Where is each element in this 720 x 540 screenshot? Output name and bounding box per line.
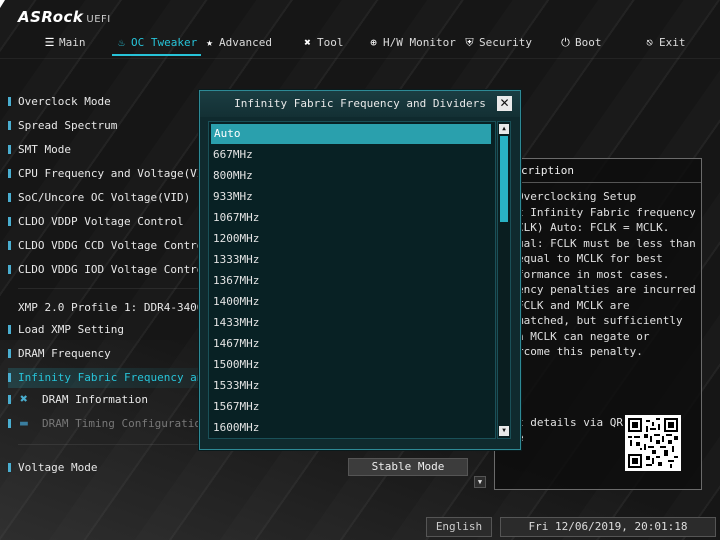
bullet [8, 373, 11, 382]
setting-cldo-vddp[interactable]: CLDO VDDP Voltage Control [8, 212, 184, 232]
setting-smt-mode[interactable]: SMT Mode [8, 140, 71, 160]
tab-tool[interactable]: ✖ Tool [302, 34, 343, 56]
divider [18, 444, 198, 445]
option-item[interactable]: 1600MHz [209, 417, 495, 438]
bullet [8, 395, 11, 404]
close-icon[interactable]: ✕ [497, 96, 512, 111]
option-item[interactable]: 800MHz [209, 165, 495, 186]
mouse-cursor-icon [0, 0, 5, 8]
bullet [8, 193, 11, 202]
scroll-thumb[interactable] [500, 136, 508, 222]
option-scrollbar[interactable]: ▲ ▼ [497, 121, 511, 439]
option-item[interactable]: 1533MHz [209, 375, 495, 396]
bullet [8, 265, 11, 274]
setting-overclock-mode[interactable]: Overclock Mode [8, 92, 111, 112]
bullet [8, 463, 11, 472]
tab-main[interactable]: ☰ Main [44, 34, 86, 56]
setting-cldo-vddg-ccd[interactable]: CLDO VDDG CCD Voltage Control [8, 236, 210, 256]
bullet [8, 241, 11, 250]
flame-icon: ♨ [118, 36, 125, 49]
bullet [8, 97, 11, 106]
option-item[interactable]: 933MHz [209, 186, 495, 207]
option-item[interactable]: 667MHz [209, 144, 495, 165]
nav-divider [0, 58, 720, 59]
setting-voltage-mode[interactable]: Voltage Mode [8, 458, 97, 478]
setting-cldo-vddg-iod[interactable]: CLDO VDDG IOD Voltage Control [8, 260, 210, 280]
bullet [8, 349, 11, 358]
tab-exit[interactable]: ⎋ Exit [644, 34, 685, 56]
power-icon: ⏻ [561, 36, 570, 49]
bullet [8, 121, 11, 130]
option-item[interactable]: 1567MHz [209, 396, 495, 417]
list-icon: ☰ [44, 36, 55, 49]
tab-advanced[interactable]: ★ Advanced [204, 34, 272, 56]
tools-icon: ✖ [304, 36, 311, 49]
tab-hw-monitor[interactable]: ⊕ H/W Monitor [368, 34, 456, 56]
option-item[interactable]: 1200MHz [209, 228, 495, 249]
option-item[interactable]: 1067MHz [209, 207, 495, 228]
divider [18, 288, 198, 289]
option-list: Auto 667MHz 800MHz 933MHz 1067MHz 1200MHz 1333… [208, 121, 496, 439]
submenu-dram-information[interactable]: ✖ DRAM Information [8, 390, 148, 410]
qr-code [625, 415, 681, 471]
description-panel: cription Overclocking Setup t Infinity F… [494, 158, 702, 490]
bullet [8, 217, 11, 226]
setting-load-xmp[interactable]: Load XMP Setting [8, 320, 124, 340]
setting-soc-uncore-voltage[interactable]: SoC/Uncore OC Voltage(VID) [8, 188, 190, 208]
tab-boot[interactable]: ⏻ Boot [560, 34, 601, 56]
option-item[interactable]: 1500MHz [209, 354, 495, 375]
language-button[interactable]: English [426, 517, 492, 537]
star-icon: ★ [206, 36, 213, 49]
description-header: cription [495, 159, 701, 183]
option-item[interactable]: 1433MHz [209, 312, 495, 333]
tab-oc-tweaker[interactable]: ♨ OC Tweaker [111, 34, 202, 56]
scroll-down-icon[interactable]: ▼ [499, 426, 509, 436]
tools-icon: ✖ [20, 392, 28, 407]
shield-icon: ⛨ [465, 36, 474, 49]
option-item[interactable]: 1367MHz [209, 270, 495, 291]
voltage-mode-value[interactable]: Stable Mode [348, 458, 468, 476]
bullet [8, 419, 11, 428]
bullet [8, 325, 11, 334]
setting-spread-spectrum[interactable]: Spread Spectrum [8, 116, 117, 136]
option-item[interactable]: 1400MHz [209, 291, 495, 312]
setting-dram-frequency[interactable]: DRAM Frequency [8, 344, 111, 364]
setting-infinity-fabric[interactable]: Infinity Fabric Frequency and Di [8, 368, 204, 388]
scroll-up-icon[interactable]: ▲ [499, 124, 509, 134]
list-scroll-down-icon[interactable]: ▼ [474, 476, 486, 488]
option-item[interactable]: 1333MHz [209, 249, 495, 270]
option-item[interactable]: 1467MHz [209, 333, 495, 354]
description-text: Overclocking Setup t Infinity Fabric fre… [517, 190, 696, 358]
exit-icon: ⎋ [646, 36, 653, 49]
tab-security[interactable]: ⛨ Security [464, 34, 532, 56]
top-nav: ☰ Main ♨ OC Tweaker ★ Advanced ✖ Tool ⊕ H/W M… [38, 34, 700, 56]
bullet [8, 169, 11, 178]
folder-icon: ▬ [20, 416, 28, 431]
dialog-title: Infinity Fabric Frequency and Dividers [200, 91, 520, 117]
datetime-display: Fri 12/06/2019, 20:01:18 [500, 517, 716, 537]
bullet [8, 145, 11, 154]
asrock-logo: ASRock UEFI [18, 8, 111, 26]
option-item[interactable]: Auto [211, 124, 491, 144]
submenu-dram-timing[interactable]: ▬ DRAM Timing Configuration [8, 414, 208, 434]
infinity-fabric-dialog: Infinity Fabric Frequency and Dividers ✕… [199, 90, 521, 450]
monitor-icon: ⊕ [370, 36, 377, 49]
